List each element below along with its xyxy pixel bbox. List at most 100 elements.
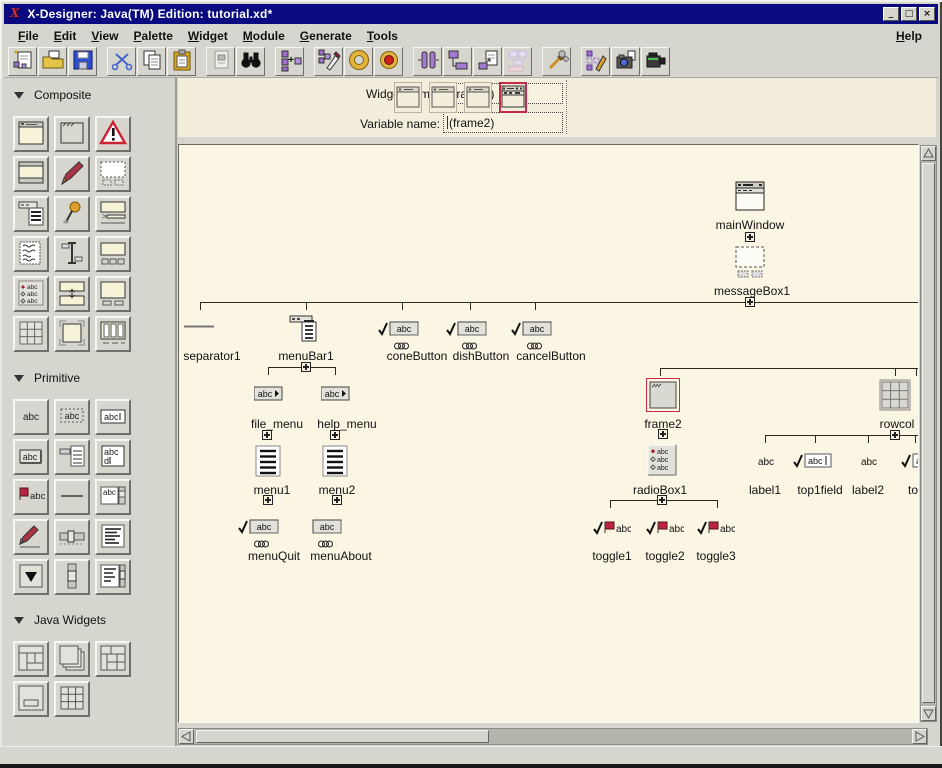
fold-connector[interactable] (745, 232, 755, 242)
palette-border-layout-button[interactable] (13, 641, 49, 677)
menu-view[interactable]: View (91, 29, 118, 43)
type-window-button[interactable] (464, 82, 492, 113)
palette-text-field-button[interactable]: abc (95, 399, 131, 435)
menu-edit[interactable]: Edit (54, 29, 77, 43)
add-widget-button[interactable]: + (275, 47, 304, 76)
menu-tools[interactable]: Tools (367, 29, 398, 43)
palette-list-button[interactable] (95, 519, 131, 555)
palette-scrolled-list-p-button[interactable] (95, 559, 131, 595)
label1-abc-label-icon[interactable]: abc (754, 455, 778, 468)
palette-scale-h-button[interactable] (54, 519, 90, 555)
menu-file[interactable]: File (18, 29, 39, 43)
horizontal-scrollbar[interactable] (178, 728, 928, 745)
scroll-right-button[interactable] (912, 729, 927, 744)
file_menu-cascade-button-icon[interactable]: abc (254, 386, 284, 401)
palette-option-menu-button[interactable] (54, 439, 90, 475)
maximize-button[interactable]: □ (901, 7, 917, 21)
palette-grid-layout-j-button[interactable] (54, 681, 90, 717)
toggle1-toggle-flag-icon[interactable]: abc (593, 520, 631, 536)
palette-gridbag-layout-button[interactable] (95, 641, 131, 677)
separator1-separator-line-icon[interactable] (184, 324, 214, 328)
scroll-down-button[interactable] (921, 706, 936, 721)
menuQuit-check-button-icon[interactable]: abc (238, 519, 280, 535)
menuAbout-plain-button-icon[interactable]: abc (312, 519, 342, 535)
rowcol-label[interactable]: rowcol (837, 417, 918, 431)
hscroll-thumb[interactable] (196, 730, 489, 743)
palette-bulletin-board-button[interactable] (54, 316, 90, 352)
design-hierarchy-canvas[interactable]: mainWindowmessageBox1separator1menuBar1a… (179, 145, 918, 722)
palette-dialog-template-button[interactable] (95, 156, 131, 192)
focus-target-button[interactable] (374, 47, 403, 76)
palette-editor-button[interactable] (581, 47, 610, 76)
messageBox1-label[interactable]: messageBox1 (692, 284, 812, 298)
palette-row-column-button[interactable] (95, 316, 131, 352)
palette-menu-bar-c-button[interactable] (13, 196, 49, 232)
minimize-button[interactable]: _ (883, 7, 899, 21)
fold-connector[interactable] (262, 430, 272, 440)
type-shell-button[interactable] (394, 82, 422, 113)
palette-section-java-widgets[interactable]: Java Widgets (14, 613, 106, 627)
messageBox1-message-box-icon[interactable] (735, 246, 765, 278)
palette-gadget-label-button[interactable]: abc (54, 399, 90, 435)
toggle3-label[interactable]: toggle3 (656, 549, 776, 563)
mainWindow-label[interactable]: mainWindow (690, 218, 810, 232)
paste-button[interactable] (167, 47, 196, 76)
menuBar1-menubar-widget-icon[interactable] (289, 315, 323, 343)
palette-label-button[interactable]: abc (13, 399, 49, 435)
type-dialog-button[interactable] (429, 82, 457, 113)
palette-main-window-c-button[interactable] (13, 156, 49, 192)
cancelButton-check-button-icon[interactable]: abc (511, 321, 553, 337)
widget-structure-button[interactable] (443, 47, 472, 76)
palette-text-area-button[interactable]: abcd (95, 439, 131, 475)
toggle3-toggle-flag-icon[interactable]: abc (697, 520, 735, 536)
capture-button[interactable] (611, 47, 640, 76)
scroll-left-button[interactable] (179, 729, 194, 744)
palette-popup-menu-button[interactable] (54, 196, 90, 232)
palette-paned-window-h-button[interactable] (54, 276, 90, 312)
edit-hierarchy-button[interactable] (314, 47, 343, 76)
palette-separator-button[interactable] (54, 479, 90, 515)
palette-card-layout-button[interactable] (54, 641, 90, 677)
collapse-triangle-icon[interactable] (14, 617, 24, 624)
fold-connector[interactable] (301, 362, 311, 372)
menu-widget[interactable]: Widget (188, 29, 228, 43)
help_menu-label[interactable]: help_menu (287, 417, 407, 431)
collapse-triangle-icon[interactable] (14, 92, 24, 99)
menu2-label[interactable]: menu2 (277, 483, 397, 497)
menuBar1-label[interactable]: menuBar1 (246, 349, 366, 363)
menu-palette[interactable]: Palette (134, 29, 173, 43)
toggle2-toggle-flag-icon[interactable]: abc (646, 520, 684, 536)
copy-button[interactable] (137, 47, 166, 76)
rowcol-grid-widget-icon[interactable] (879, 379, 911, 411)
menu-module[interactable]: Module (243, 29, 285, 43)
group-ring-button[interactable] (344, 47, 373, 76)
palette-arrow-button-button[interactable] (13, 559, 49, 595)
palette-section-composite[interactable]: Composite (14, 88, 91, 102)
menuAbout-label[interactable]: menuAbout (281, 549, 401, 563)
palette-button-box-button[interactable] (95, 236, 131, 272)
collapse-triangle-icon[interactable] (14, 375, 24, 382)
palette-radio-box-c-button[interactable]: abcabcabc (13, 276, 49, 312)
mainWindow-main-window-icon[interactable] (735, 181, 765, 211)
dishButton-check-button-icon[interactable]: abc (446, 321, 488, 337)
palette-scrolled-window-button[interactable] (95, 276, 131, 312)
frame2-label[interactable]: frame2 (603, 417, 723, 431)
fold-connector[interactable] (890, 430, 900, 440)
palette-push-button-button[interactable]: abc (13, 439, 49, 475)
radioBox1-label[interactable]: radioBox1 (600, 483, 720, 497)
menu2-menu-pane-icon[interactable] (322, 445, 348, 477)
open-file-button[interactable] (38, 47, 67, 76)
palette-shell-window-button[interactable] (13, 116, 49, 152)
align-widgets-button[interactable] (413, 47, 442, 76)
new-dialog-button[interactable] (8, 47, 37, 76)
menu-help[interactable]: Help (896, 29, 922, 43)
close-button[interactable]: × (919, 7, 935, 21)
palette-toggle-button-button[interactable]: abc (13, 479, 49, 515)
palette-warning-dialog-button[interactable] (95, 116, 131, 152)
scroll-up-button[interactable] (921, 146, 936, 161)
palette-drawn-button-button[interactable] (13, 519, 49, 555)
radioBox1-radio-box-icon[interactable]: abcabcabc (647, 444, 677, 476)
cut-button[interactable] (107, 47, 136, 76)
cancelButton-label[interactable]: cancelButton (491, 349, 611, 363)
fold-connector[interactable] (745, 297, 755, 307)
